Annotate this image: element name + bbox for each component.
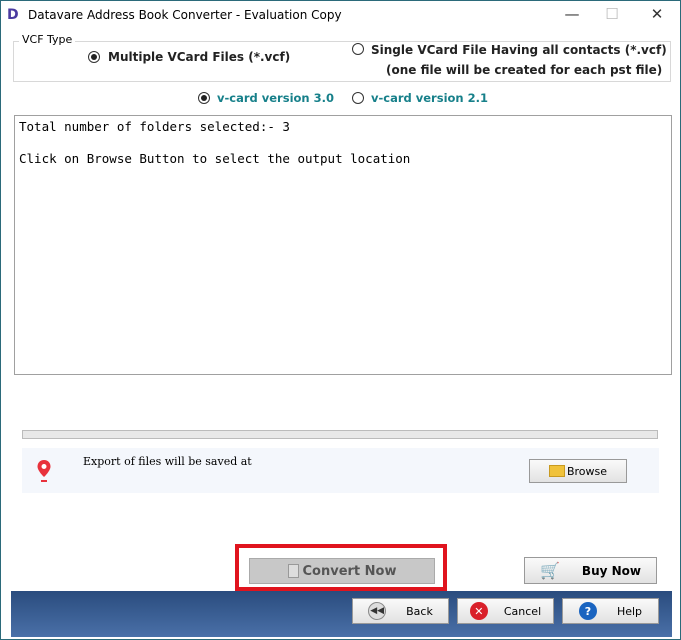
back-button[interactable]: ◀◀ Back [352,598,449,624]
progress-bar [22,430,658,439]
cancel-button[interactable]: ✕ Cancel [457,598,554,624]
vcard-21-radio[interactable] [352,92,364,104]
buy-now-button[interactable]: 🛒 Buy Now [524,557,657,584]
folder-search-icon [548,465,565,477]
location-pin-icon [37,460,51,482]
vcard-21-label[interactable]: v-card version 2.1 [371,91,488,105]
cancel-label: Cancel [503,604,542,618]
browse-label: Browse [566,464,608,478]
help-button[interactable]: ? Help [562,598,659,624]
single-vcard-label[interactable]: Single VCard File Having all contacts (*… [371,43,667,57]
minimize-button[interactable]: — [557,5,587,23]
single-vcard-radio[interactable] [352,43,364,55]
buy-label: Buy Now [581,563,641,578]
single-vcard-sublabel: (one file will be created for each pst f… [386,63,663,77]
log-line: Total number of folders selected:- 3 [19,119,290,134]
convert-now-button[interactable]: Convert Now [249,558,435,584]
vcf-type-label: VCF Type [19,33,76,46]
log-textarea[interactable]: Total number of folders selected:- 3 Cli… [14,115,672,375]
convert-label: Convert Now [302,563,397,579]
browse-button[interactable]: Browse [529,459,627,483]
cart-icon: 🛒 [540,561,560,580]
window-title: Datavare Address Book Converter - Evalua… [28,8,342,22]
export-label: Export of files will be saved at [83,455,252,468]
convert-icon [287,564,299,578]
close-button[interactable]: ✕ [642,5,672,23]
help-question-icon: ? [578,602,597,620]
app-logo-icon: D [7,7,19,23]
back-label: Back [406,604,433,618]
help-label: Help [616,604,643,618]
maximize-button[interactable]: ☐ [597,5,627,23]
log-line: Click on Browse Button to select the out… [19,151,411,166]
multiple-vcard-radio[interactable] [88,51,100,63]
cancel-x-icon: ✕ [469,602,488,620]
rewind-icon: ◀◀ [368,602,387,620]
vcard-3-label[interactable]: v-card version 3.0 [217,91,334,105]
vcard-3-radio[interactable] [198,92,210,104]
multiple-vcard-label[interactable]: Multiple VCard Files (*.vcf) [108,50,290,64]
